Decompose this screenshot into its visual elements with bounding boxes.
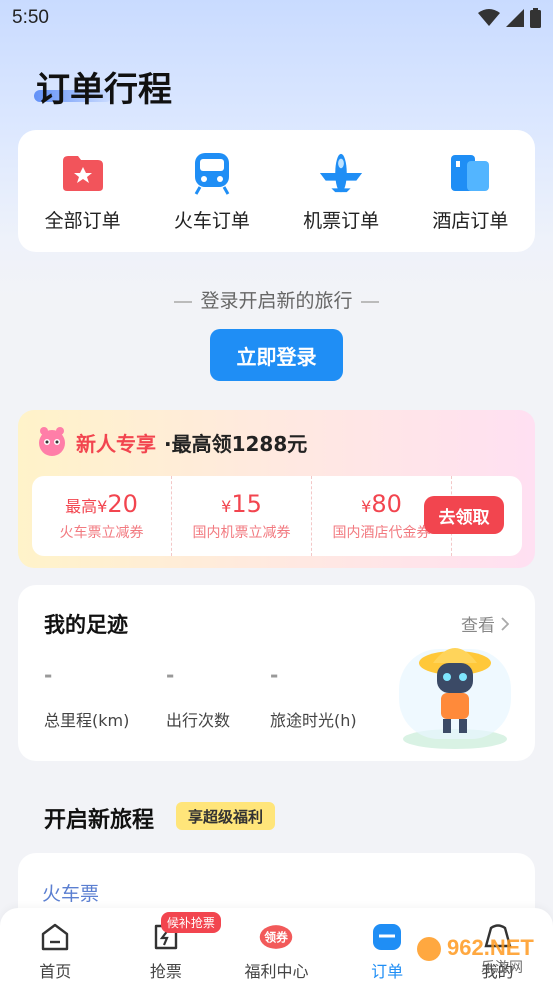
coupon-flight[interactable]: ¥15 国内机票立减券 xyxy=(172,476,312,556)
status-icons xyxy=(478,8,541,28)
stat-value: - xyxy=(270,663,279,687)
login-hint-text: 登录开启新的旅行 xyxy=(200,290,353,312)
all-orders-button[interactable]: 全部订单 xyxy=(28,150,138,233)
all-orders-label: 全部订单 xyxy=(44,209,121,232)
promo-title: 新人专享 xyxy=(76,431,156,456)
wifi-icon xyxy=(478,9,500,26)
coupon-amount: ¥15 xyxy=(221,490,262,518)
stat-label: 出行次数 xyxy=(166,711,231,730)
svg-text:乐游网: 乐游网 xyxy=(481,960,523,975)
coupon-icon: 领券 xyxy=(259,920,293,954)
coupon-amount: ¥80 xyxy=(361,490,402,518)
mascot-illustration xyxy=(399,648,511,749)
stat-trip-count: - 出行次数 xyxy=(166,663,230,731)
signal-icon xyxy=(506,9,524,27)
new-journey-title: 开启新旅程 xyxy=(44,808,155,833)
coupon-train[interactable]: 最高¥20 火车票立减券 xyxy=(32,476,172,556)
status-bar: 5:50 xyxy=(0,0,553,36)
newcomer-promo-card: 新人专享 ·最高领1288元 最高¥20 火车票立减券 ¥15 国内机票立减券 … xyxy=(18,410,535,568)
stat-label: 总里程(km) xyxy=(44,711,130,730)
all-orders-icon xyxy=(60,150,106,196)
order-icon xyxy=(370,920,404,954)
stat-value: - xyxy=(44,663,53,687)
train-ticket-label[interactable]: 火车票 xyxy=(42,879,99,906)
tab-label: 抢票 xyxy=(149,962,182,981)
flight-orders-label: 机票订单 xyxy=(303,209,380,232)
flight-orders-button[interactable]: 机票订单 xyxy=(286,150,396,233)
login-button[interactable]: 立即登录 xyxy=(210,329,343,381)
train-icon xyxy=(189,150,235,196)
footprint-title: 我的足迹 xyxy=(44,613,128,637)
battery-icon xyxy=(530,8,541,28)
stat-label: 旅途时光(h) xyxy=(270,711,357,730)
order-types-card: 全部订单 火车订单 机票订单 酒店订单 xyxy=(18,130,535,252)
train-orders-button[interactable]: 火车订单 xyxy=(157,150,267,233)
login-hint: 登录开启新的旅行 xyxy=(0,286,553,313)
claim-coupons-button[interactable]: 去领取 xyxy=(424,496,504,534)
mascot-badge-icon xyxy=(39,427,65,456)
waitlist-badge: 候补抢票 xyxy=(160,912,221,933)
site-watermark: 962.NET 乐游网 xyxy=(417,935,534,975)
hotel-orders-label: 酒店订单 xyxy=(432,209,509,232)
tab-label: 订单 xyxy=(371,962,404,981)
tab-label: 福利中心 xyxy=(244,962,309,981)
coupon-desc: 国内机票立减券 xyxy=(192,525,291,541)
stat-travel-time: - 旅途时光(h) xyxy=(270,663,357,731)
hotel-icon xyxy=(447,150,493,196)
tab-grab-ticket[interactable]: 候补抢票 抢票 xyxy=(121,912,221,982)
stat-value: - xyxy=(166,663,175,687)
page-title: 订单行程 xyxy=(36,70,172,110)
plane-icon xyxy=(318,150,364,196)
coupon-icon-text: 领券 xyxy=(264,930,290,944)
tab-label: 首页 xyxy=(39,962,72,981)
home-icon xyxy=(38,920,72,954)
tab-home[interactable]: 首页 xyxy=(10,920,100,982)
hotel-orders-button[interactable]: 酒店订单 xyxy=(415,150,525,233)
train-orders-label: 火车订单 xyxy=(173,209,250,232)
tab-welfare-center[interactable]: 领券 福利中心 xyxy=(231,920,321,982)
coupon-desc: 火车票立减券 xyxy=(59,525,144,541)
super-benefit-tag[interactable]: 享超级福利 xyxy=(176,802,276,830)
status-time: 5:50 xyxy=(12,7,49,28)
coupon-amount: 最高¥20 xyxy=(65,490,138,518)
promo-subtitle: ·最高领1288元 xyxy=(164,431,308,456)
promo-title-row: 新人专享 ·最高领1288元 xyxy=(36,426,307,458)
footprint-card: 我的足迹 查看 - 总里程(km) - 出行次数 - 旅途时光(h) xyxy=(18,585,535,761)
coupon-row: 最高¥20 火车票立减券 ¥15 国内机票立减券 ¥80 国内酒店代金券 去领取 xyxy=(32,476,522,556)
stat-total-distance: - 总里程(km) xyxy=(44,663,129,731)
svg-text:962.NET: 962.NET xyxy=(447,935,534,960)
